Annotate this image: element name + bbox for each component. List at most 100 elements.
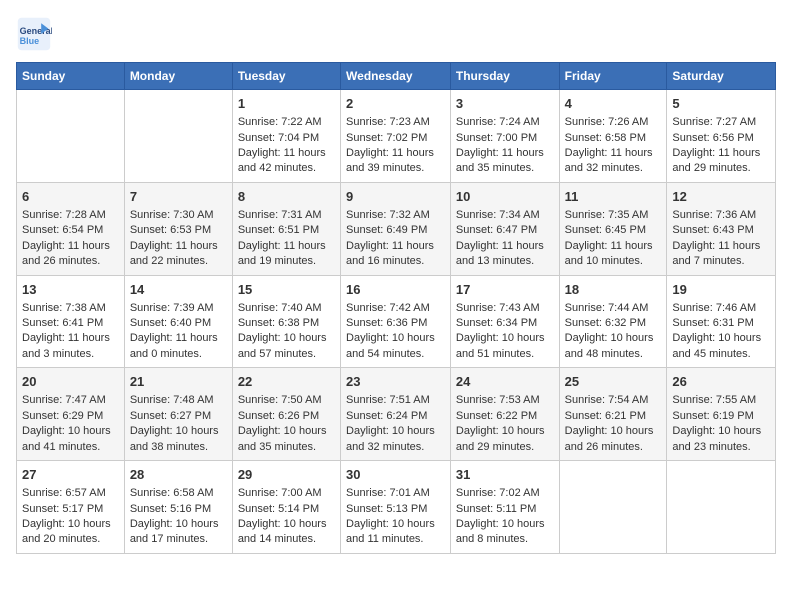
day-info: Daylight: 10 hours and 11 minutes.: [346, 517, 445, 548]
day-info: Sunset: 6:49 PM: [346, 223, 445, 238]
day-info: Daylight: 11 hours and 29 minutes.: [672, 146, 770, 177]
day-number: 21: [130, 373, 227, 391]
day-info: Daylight: 10 hours and 26 minutes.: [565, 424, 662, 455]
day-number: 5: [672, 95, 770, 113]
day-info: Sunrise: 7:55 AM: [672, 393, 770, 408]
day-info: Sunset: 5:17 PM: [22, 502, 119, 517]
day-info: Sunrise: 7:39 AM: [130, 301, 227, 316]
day-info: Sunset: 6:34 PM: [456, 316, 554, 331]
calendar-cell: 11Sunrise: 7:35 AMSunset: 6:45 PMDayligh…: [559, 182, 667, 275]
day-info: Sunrise: 7:50 AM: [238, 393, 335, 408]
calendar-cell: 24Sunrise: 7:53 AMSunset: 6:22 PMDayligh…: [450, 368, 559, 461]
calendar-cell: 5Sunrise: 7:27 AMSunset: 6:56 PMDaylight…: [667, 90, 776, 183]
day-info: Daylight: 11 hours and 16 minutes.: [346, 239, 445, 270]
day-number: 23: [346, 373, 445, 391]
day-info: Daylight: 10 hours and 38 minutes.: [130, 424, 227, 455]
day-number: 26: [672, 373, 770, 391]
day-info: Sunset: 6:56 PM: [672, 131, 770, 146]
calendar-cell: [559, 461, 667, 554]
day-info: Daylight: 11 hours and 0 minutes.: [130, 331, 227, 362]
week-row-3: 13 Sunrise: 7:38 AMSunset: 6:41 PM Dayligh…: [17, 275, 776, 368]
svg-text:Blue: Blue: [20, 36, 40, 46]
day-info: Sunrise: 7:36 AM: [672, 208, 770, 223]
calendar-cell: [124, 90, 232, 183]
day-info: Sunset: 6:32 PM: [565, 316, 662, 331]
col-header-tuesday: Tuesday: [232, 63, 340, 90]
day-info: Sunset: 6:54 PM: [22, 223, 119, 238]
calendar-cell: 15Sunrise: 7:40 AMSunset: 6:38 PMDayligh…: [232, 275, 340, 368]
day-info: Sunset: 6:47 PM: [456, 223, 554, 238]
day-info: Sunset: 6:51 PM: [238, 223, 335, 238]
calendar-cell: 3Sunrise: 7:24 AMSunset: 7:00 PMDaylight…: [450, 90, 559, 183]
day-info: Sunrise: 7:40 AM: [238, 301, 335, 316]
calendar-cell: 28Sunrise: 6:58 AMSunset: 5:16 PMDayligh…: [124, 461, 232, 554]
day-info: Daylight: 10 hours and 57 minutes.: [238, 331, 335, 362]
calendar-cell: 6Sunrise: 7:28 AMSunset: 6:54 PMDaylight…: [17, 182, 125, 275]
calendar-cell: 22Sunrise: 7:50 AMSunset: 6:26 PMDayligh…: [232, 368, 340, 461]
calendar-cell: [17, 90, 125, 183]
day-info: Sunrise: 7:32 AM: [346, 208, 445, 223]
day-number: 29: [238, 466, 335, 484]
day-info: Sunset: 6:41 PM: [22, 316, 119, 331]
day-info: Sunrise: 7:51 AM: [346, 393, 445, 408]
day-info: Daylight: 10 hours and 45 minutes.: [672, 331, 770, 362]
day-info: Sunset: 6:58 PM: [565, 131, 662, 146]
svg-text:General: General: [20, 26, 52, 36]
calendar-cell: 19Sunrise: 7:46 AMSunset: 6:31 PMDayligh…: [667, 275, 776, 368]
week-row-1: 1Sunrise: 7:22 AMSunset: 7:04 PMDaylight…: [17, 90, 776, 183]
day-info: Sunrise: 7:23 AM: [346, 115, 445, 130]
day-info: Daylight: 11 hours and 26 minutes.: [22, 239, 119, 270]
day-number: 10: [456, 188, 554, 206]
col-header-saturday: Saturday: [667, 63, 776, 90]
day-info: Daylight: 11 hours and 42 minutes.: [238, 146, 335, 177]
calendar-cell: 1Sunrise: 7:22 AMSunset: 7:04 PMDaylight…: [232, 90, 340, 183]
day-info: Sunrise: 7:24 AM: [456, 115, 554, 130]
day-info: Sunset: 6:31 PM: [672, 316, 770, 331]
calendar-cell: 12Sunrise: 7:36 AMSunset: 6:43 PMDayligh…: [667, 182, 776, 275]
day-info: Sunrise: 7:00 AM: [238, 486, 335, 501]
calendar-cell: 26Sunrise: 7:55 AMSunset: 6:19 PMDayligh…: [667, 368, 776, 461]
day-info: Sunset: 6:21 PM: [565, 409, 662, 424]
day-info: Daylight: 10 hours and 8 minutes.: [456, 517, 554, 548]
day-info: Daylight: 10 hours and 48 minutes.: [565, 331, 662, 362]
calendar-cell: 2Sunrise: 7:23 AMSunset: 7:02 PMDaylight…: [341, 90, 451, 183]
day-info: Sunrise: 7:35 AM: [565, 208, 662, 223]
day-number: 3: [456, 95, 554, 113]
day-info: Sunrise: 7:02 AM: [456, 486, 554, 501]
calendar-cell: 21Sunrise: 7:48 AMSunset: 6:27 PMDayligh…: [124, 368, 232, 461]
day-info: Daylight: 10 hours and 23 minutes.: [672, 424, 770, 455]
week-row-2: 6Sunrise: 7:28 AMSunset: 6:54 PMDaylight…: [17, 182, 776, 275]
day-info: Sunset: 5:13 PM: [346, 502, 445, 517]
day-info: Sunrise: 7:54 AM: [565, 393, 662, 408]
calendar-cell: 9Sunrise: 7:32 AMSunset: 6:49 PMDaylight…: [341, 182, 451, 275]
day-number: 4: [565, 95, 662, 113]
calendar-cell: 20Sunrise: 7:47 AMSunset: 6:29 PMDayligh…: [17, 368, 125, 461]
col-header-monday: Monday: [124, 63, 232, 90]
day-info: Sunrise: 6:58 AM: [130, 486, 227, 501]
day-info: Daylight: 11 hours and 10 minutes.: [565, 239, 662, 270]
calendar-cell: 29Sunrise: 7:00 AMSunset: 5:14 PMDayligh…: [232, 461, 340, 554]
day-info: Sunrise: 7:34 AM: [456, 208, 554, 223]
day-number: 8: [238, 188, 335, 206]
day-info: Daylight: 10 hours and 54 minutes.: [346, 331, 445, 362]
calendar-cell: 16Sunrise: 7:42 AMSunset: 6:36 PMDayligh…: [341, 275, 451, 368]
day-info: Sunrise: 7:38 AM: [22, 301, 119, 316]
day-number: 28: [130, 466, 227, 484]
day-info: Daylight: 10 hours and 32 minutes.: [346, 424, 445, 455]
day-info: Daylight: 11 hours and 13 minutes.: [456, 239, 554, 270]
day-number: 13: [22, 281, 119, 299]
day-info: Daylight: 11 hours and 19 minutes.: [238, 239, 335, 270]
day-number: 31: [456, 466, 554, 484]
week-row-5: 27Sunrise: 6:57 AMSunset: 5:17 PMDayligh…: [17, 461, 776, 554]
calendar-cell: 7Sunrise: 7:30 AMSunset: 6:53 PMDaylight…: [124, 182, 232, 275]
col-header-wednesday: Wednesday: [341, 63, 451, 90]
calendar-cell: 8Sunrise: 7:31 AMSunset: 6:51 PMDaylight…: [232, 182, 340, 275]
day-number: 30: [346, 466, 445, 484]
day-number: 11: [565, 188, 662, 206]
day-number: 22: [238, 373, 335, 391]
day-info: Daylight: 10 hours and 41 minutes.: [22, 424, 119, 455]
day-info: Sunrise: 7:43 AM: [456, 301, 554, 316]
day-info: Sunrise: 7:28 AM: [22, 208, 119, 223]
day-info: Daylight: 11 hours and 7 minutes.: [672, 239, 770, 270]
day-info: Sunrise: 7:26 AM: [565, 115, 662, 130]
